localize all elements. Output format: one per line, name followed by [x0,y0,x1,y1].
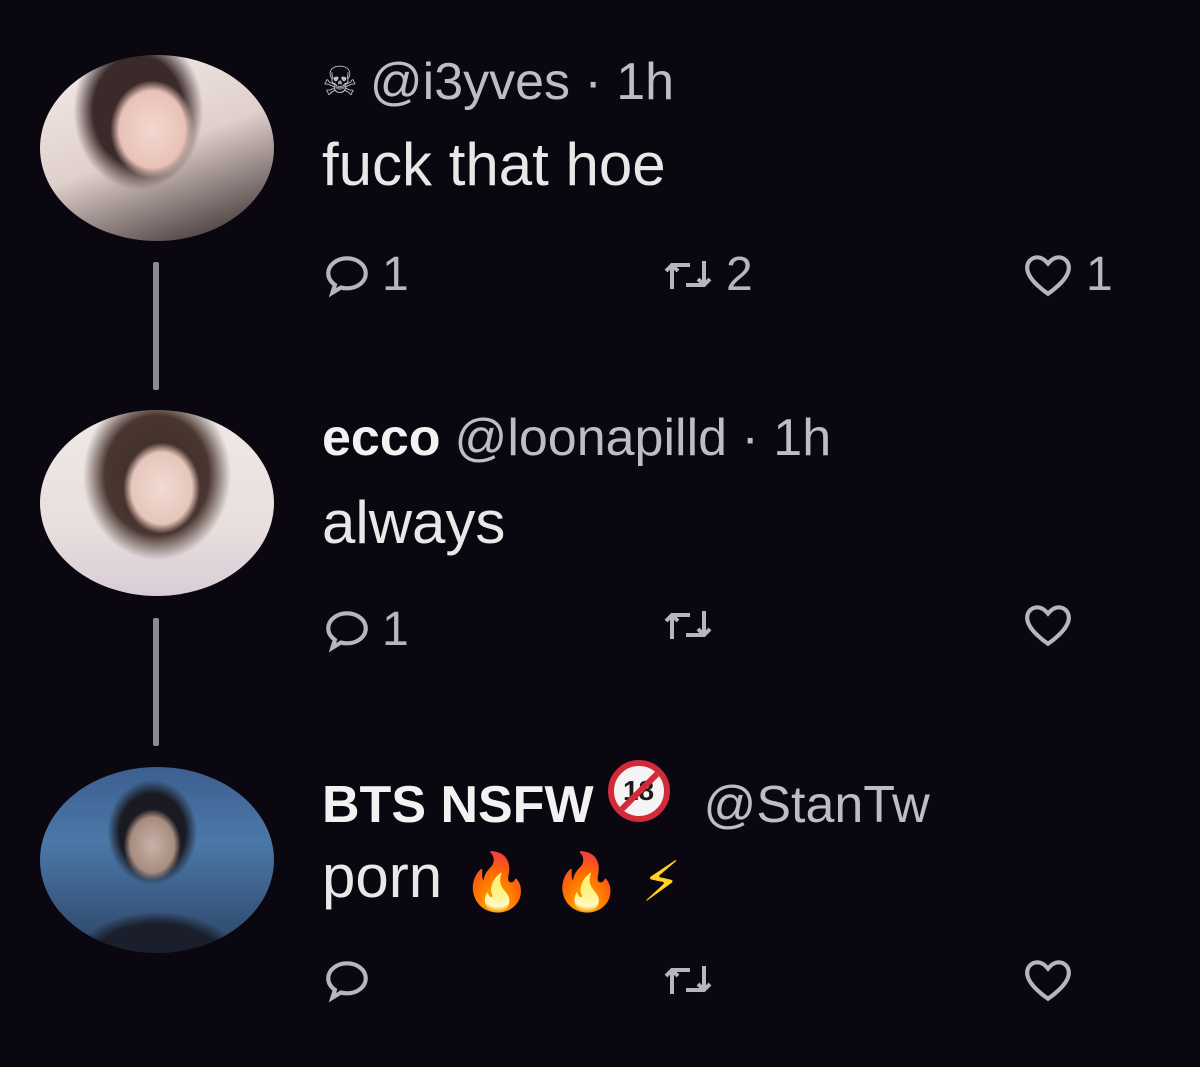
heart-icon [1025,605,1071,647]
handle[interactable]: @i3yves [370,53,570,111]
tweet-text: always [322,489,506,556]
tweet-header: ☠ @i3yves · 1h [322,53,675,111]
reply-icon [326,611,368,653]
tweet-text: fuck that hoe [322,131,666,198]
thread-connector [153,262,159,390]
retweet-button[interactable]: 2 [660,245,753,305]
tweet-header: BTS NSFW 18 @StanTw [322,760,930,835]
reply-icon [326,256,368,298]
lightning-icon: ⚡ [641,850,681,913]
like-button[interactable] [1020,955,1076,1005]
retweet-button[interactable] [660,600,716,650]
fire-icon: 🔥 [551,850,622,913]
fire-icon: 🔥 [462,850,532,913]
display-name[interactable]: ecco [322,409,441,467]
reply-count: 1 [382,248,409,301]
handle[interactable]: @StanTw [704,776,930,834]
tweet-actions [0,955,1200,1015]
heart-icon [1025,960,1071,1002]
retweet-count: 2 [726,248,753,301]
avatar[interactable] [40,410,274,596]
retweet-icon [664,261,712,289]
retweet-icon [664,611,712,639]
reply-count: 1 [382,603,409,656]
retweet-button[interactable] [660,955,716,1005]
like-button[interactable]: 1 [1020,245,1113,305]
timestamp[interactable]: 1h [616,53,674,111]
thread-connector [153,618,159,746]
reply-button[interactable]: 1 [322,600,409,660]
reply-icon [326,961,368,1003]
tweet-actions: 1 [0,600,1200,660]
avatar[interactable] [40,55,274,241]
tweet-actions: 1 2 1 [0,245,1200,305]
skull-icon: ☠ [322,60,358,104]
display-name[interactable]: BTS NSFW [322,776,594,834]
reply-button[interactable]: 1 [322,245,409,305]
heart-icon [1025,255,1071,297]
reply-button[interactable] [322,955,372,1005]
like-button[interactable] [1020,600,1076,650]
retweet-icon [664,966,712,994]
handle[interactable]: @loonapilld [455,409,728,467]
like-count: 1 [1086,248,1113,301]
tweet-text-word: porn [322,843,443,910]
tweet-header: ecco @loonapilld · 1h [322,409,832,467]
adults-only-badge-icon: 18 [607,760,670,822]
avatar[interactable] [40,767,274,953]
timestamp[interactable]: 1h [773,409,831,467]
tweet-text: porn 🔥 🔥 ⚡ [322,842,681,917]
